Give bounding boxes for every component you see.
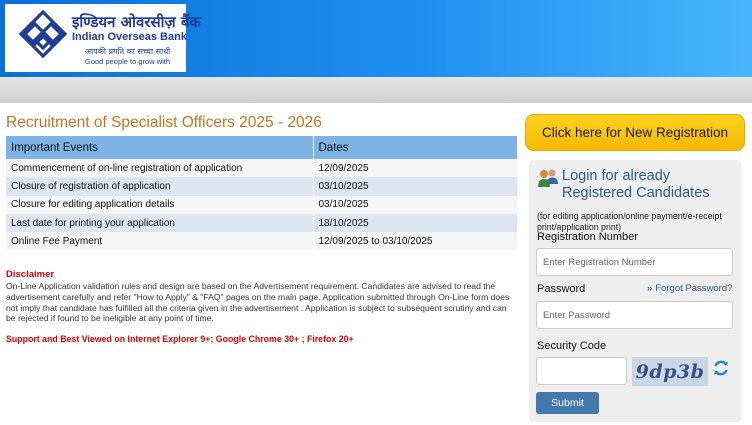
login-title-line2: Registered Candidates [562, 185, 710, 201]
date-cell: 03/10/2025 [313, 177, 518, 196]
bank-name-hindi: इण्डियन ओवरसीज़ बैंक [72, 13, 201, 31]
password-input[interactable] [536, 301, 733, 329]
forgot-password-link[interactable]: » Forgot Password? [647, 283, 732, 294]
bank-tagline-english: Good people to grow with [85, 57, 171, 66]
table-row: Commencement of on-line registration of … [6, 159, 518, 178]
registration-number-label: Registration Number [537, 231, 638, 243]
important-events-table: Important Events Dates Commencement of o… [6, 136, 518, 251]
refresh-icon[interactable] [712, 359, 730, 377]
column-header-dates: Dates [313, 136, 518, 159]
disclaimer-title: Disclaimer [6, 269, 55, 280]
registration-number-input[interactable] [536, 248, 733, 276]
bank-logo[interactable]: इण्डियन ओवरसीज़ बैंक Indian Overseas Ban… [5, 4, 201, 72]
login-title: Login for already Registered Candidates [562, 168, 710, 202]
chevron-double-right-icon: » [647, 283, 653, 294]
event-cell: Commencement of on-line registration of … [6, 159, 314, 178]
forgot-password-label: Forgot Password? [655, 283, 733, 294]
date-cell: 12/09/2025 [313, 159, 518, 178]
bank-tagline-hindi: आपकी प्रगति का सच्चा साथी [85, 47, 171, 56]
login-note: (for editing application/online payment/… [537, 211, 722, 232]
date-cell: 12/09/2025 to 03/10/2025 [313, 232, 518, 251]
event-cell: Online Fee Payment [6, 232, 314, 251]
table-row: Closure for editing application details … [6, 195, 518, 214]
date-cell: 03/10/2025 [313, 195, 518, 214]
table-header-row: Important Events Dates [6, 136, 518, 159]
table-row: Last date for printing your application … [6, 213, 518, 233]
security-code-label: Security Code [537, 340, 607, 352]
browser-support-note: Support and Best Viewed on Internet Expl… [6, 334, 354, 344]
users-icon [538, 169, 558, 187]
event-cell: Closure for editing application details [6, 195, 314, 214]
column-header-events: Important Events [6, 136, 314, 159]
event-cell: Closure of registration of application [6, 177, 314, 196]
date-cell: 18/10/2025 [313, 213, 518, 233]
header-divider-bar [0, 77, 752, 103]
page-title: Recruitment of Specialist Officers 2025 … [6, 114, 322, 131]
login-panel: Login for already Registered Candidates … [529, 160, 741, 422]
password-label: Password [537, 283, 586, 295]
captcha-image: 9dp3b [632, 357, 708, 386]
table-row: Online Fee Payment 12/09/2025 to 03/10/2… [6, 232, 518, 251]
security-code-input[interactable] [536, 357, 627, 385]
iob-logo-icon [19, 10, 67, 58]
disclaimer-text: On-Line Application validation rules and… [6, 281, 510, 324]
login-title-line1: Login for already [562, 168, 671, 184]
bank-name-english: Indian Overseas Bank [72, 31, 187, 43]
submit-button[interactable]: Submit [536, 392, 599, 414]
new-registration-button[interactable]: Click here for New Registration [525, 114, 745, 151]
site-header: इण्डियन ओवरसीज़ बैंक Indian Overseas Ban… [0, 0, 752, 77]
table-row: Closure of registration of application 0… [6, 177, 518, 196]
event-cell: Last date for printing your application [6, 213, 314, 233]
